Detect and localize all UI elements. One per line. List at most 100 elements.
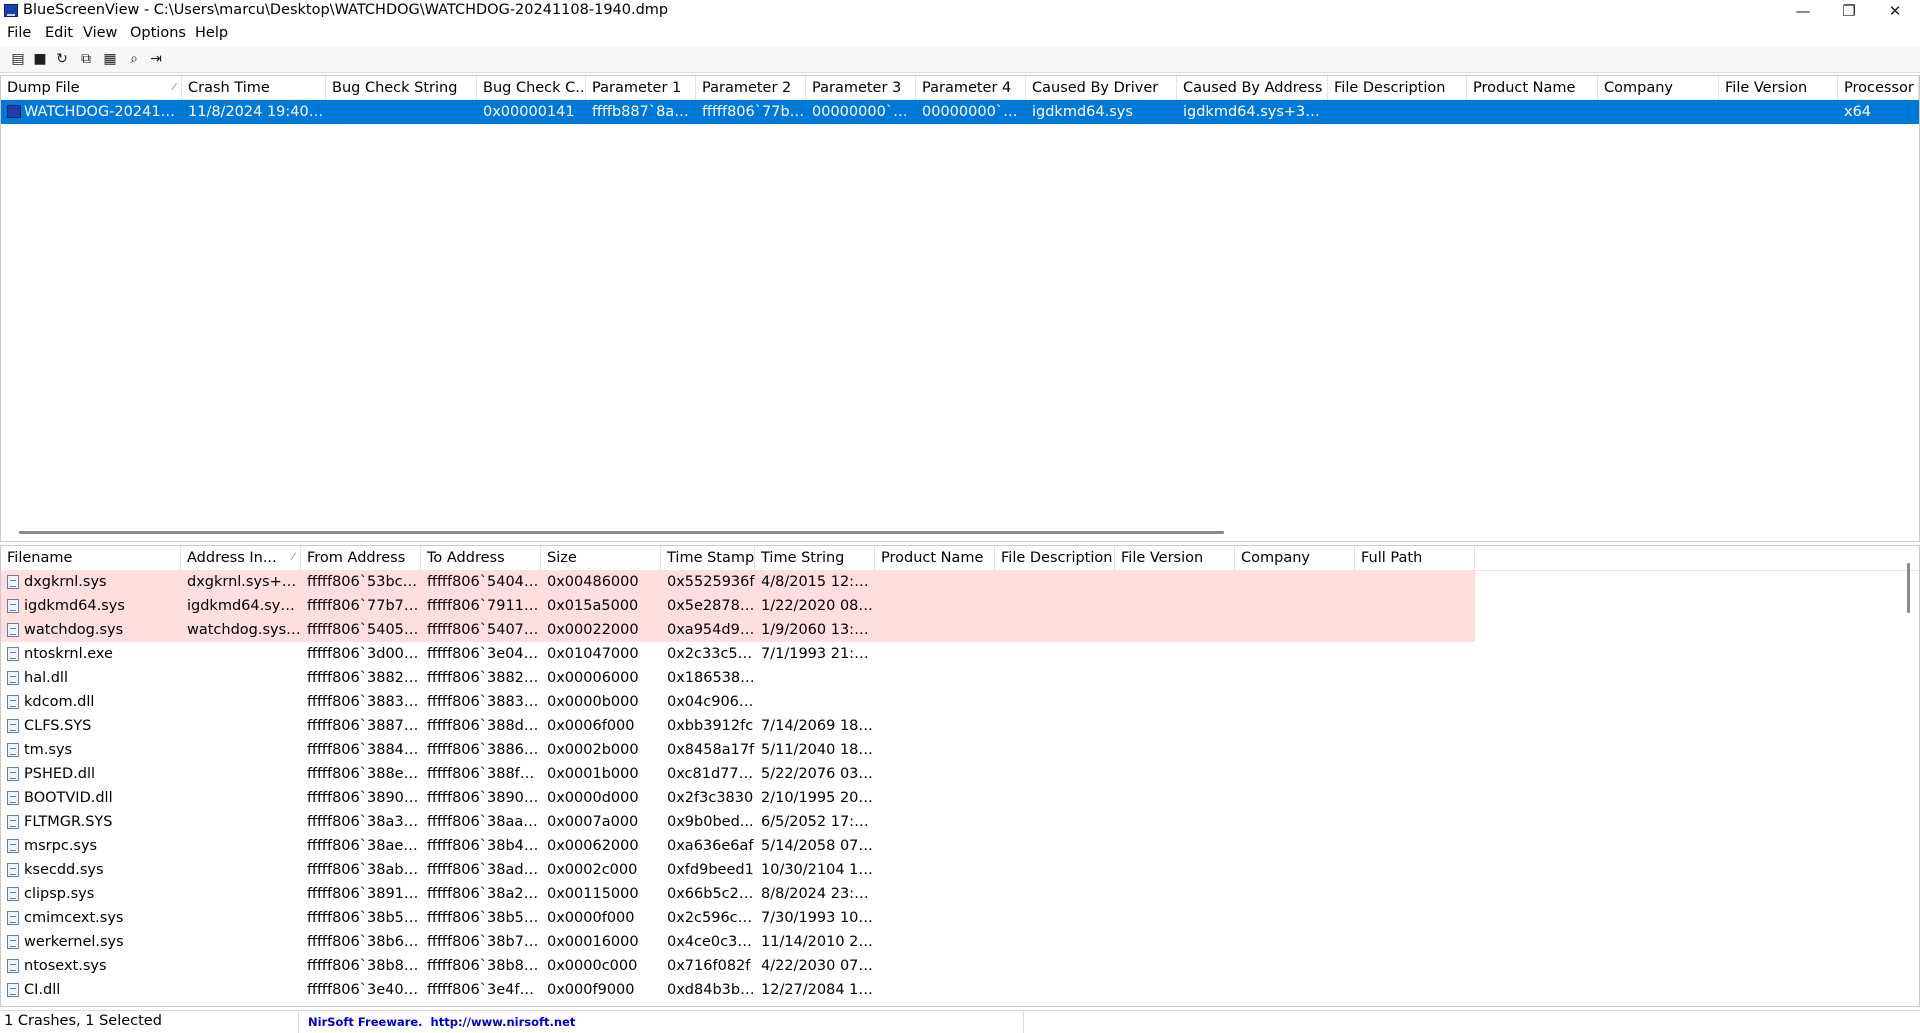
column-header[interactable]: Parameter 4 [916, 76, 1026, 100]
column-header[interactable]: Filename [1, 546, 181, 570]
column-header[interactable]: To Address [421, 546, 541, 570]
table-cell: fffff806`38b80... [307, 958, 421, 974]
column-header[interactable]: Caused By Driver [1026, 76, 1177, 100]
driver-row[interactable]: kdcom.dll fffff806`38830... fffff806`3883b… [1, 690, 1475, 714]
column-header[interactable]: Dump File ⁄ [1, 76, 182, 100]
column-header[interactable]: Processor [1838, 76, 1919, 100]
table-cell: fffff806`3886b... [427, 742, 541, 758]
html-report-icon[interactable]: ▦ [101, 50, 119, 68]
table-cell [181, 762, 301, 786]
exit-icon[interactable]: ⇥ [147, 50, 165, 68]
driver-list-pane[interactable]: Filename Address In... ⁄ From Address To Add… [0, 545, 1920, 1007]
driver-row[interactable]: msrpc.sys fffff806`38ae0... fffff806`38b42… [1, 834, 1475, 858]
driver-row[interactable]: CLFS.SYS fffff806`38870... fffff806`388df0… [1, 714, 1475, 738]
column-header[interactable]: Bug Check String [326, 76, 477, 100]
driver-row[interactable]: ntosext.sys fffff806`38b80... fffff806`38b… [1, 954, 1475, 978]
table-cell: ntoskrnl.exe [24, 646, 113, 662]
driver-row[interactable]: clipsp.sys fffff806`38910... fffff806`38a2… [1, 882, 1475, 906]
menu-help[interactable]: Help [195, 25, 228, 41]
menu-file[interactable]: File [7, 25, 31, 41]
menu-view[interactable]: View [83, 25, 117, 41]
column-header[interactable]: Product Name [1467, 76, 1598, 100]
column-header[interactable]: Size [541, 546, 661, 570]
table-cell: 1/9/2060 13:42... [761, 622, 875, 638]
column-header[interactable]: Address In... ⁄ [181, 546, 301, 570]
copy-icon[interactable]: ⧉ [77, 50, 95, 68]
column-header[interactable]: Time String [755, 546, 875, 570]
table-cell: 0x4ce0c321 [667, 934, 755, 950]
column-header[interactable]: Bug Check C... [477, 76, 586, 100]
menu-options[interactable]: Options [130, 25, 186, 41]
column-header[interactable]: Time Stamp [661, 546, 755, 570]
save-icon[interactable]: ■ [31, 50, 49, 68]
table-cell: 7/30/1993 10:4... [761, 910, 875, 926]
table-cell: 11/14/2010 21:... [761, 934, 875, 950]
find-icon[interactable]: ⌕ [125, 50, 143, 68]
table-cell: 0x00006000 [547, 670, 639, 686]
column-header[interactable]: Company [1235, 546, 1355, 570]
status-separator [1023, 1011, 1024, 1033]
column-header[interactable]: File Version [1719, 76, 1838, 100]
horizontal-scrollbar[interactable] [19, 531, 1224, 534]
column-header[interactable]: Caused By Address [1177, 76, 1328, 100]
table-cell: 5/11/2040 18:0... [761, 742, 875, 758]
column-header[interactable]: Product Name [875, 546, 995, 570]
table-cell: fffff806`38b60... [307, 934, 421, 950]
table-cell: 6/5/2052 17:30... [761, 814, 875, 830]
column-header[interactable]: File Version [1115, 546, 1235, 570]
table-cell: fffff806`3e400... [307, 982, 421, 998]
close-button[interactable]: ✕ [1872, 0, 1918, 23]
table-cell: watchdog.sys [24, 622, 124, 638]
table-cell: watchdog.sys+... [187, 622, 301, 638]
table-cell [181, 810, 301, 834]
table-cell: fffff806`3890d... [427, 790, 541, 806]
table-cell: fffff806`3883b... [427, 694, 541, 710]
table-cell: 0x00486000 [547, 574, 639, 590]
table-cell [1328, 100, 1467, 124]
column-header[interactable]: File Description [1328, 76, 1467, 100]
driver-row[interactable]: dxgkrnl.sys dxgkrnl.sys+30... fffff806`53b… [1, 570, 1475, 594]
driver-row[interactable]: hal.dll fffff806`38820... fffff806`38826..… [1, 666, 1475, 690]
vertical-scrollbar[interactable] [1907, 563, 1910, 613]
properties-icon[interactable]: ▤ [9, 50, 27, 68]
driver-row[interactable]: ntoskrnl.exe fffff806`3d000... fffff806`3e… [1, 642, 1475, 666]
title-bar: BlueScreenView - C:\Users\marcu\Desktop\… [0, 0, 1920, 23]
table-cell: fffff806`388e0... [307, 766, 421, 782]
table-cell [181, 954, 301, 978]
table-cell: 0x0001b000 [547, 766, 639, 782]
column-header[interactable]: From Address [301, 546, 421, 570]
refresh-icon[interactable]: ↻ [53, 50, 71, 68]
column-header[interactable]: Crash Time [182, 76, 326, 100]
driver-row[interactable]: werkernel.sys fffff806`38b60... fffff806`3… [1, 930, 1475, 954]
driver-row[interactable]: tm.sys fffff806`38840... fffff806`3886b...… [1, 738, 1475, 762]
driver-row[interactable]: PSHED.dll fffff806`388e0... fffff806`388fb… [1, 762, 1475, 786]
column-header[interactable]: File Description [995, 546, 1115, 570]
column-header[interactable]: Parameter 1 [586, 76, 696, 100]
table-cell: fffff806`38b8c... [427, 958, 541, 974]
nirsoft-link[interactable]: NirSoft Freeware. http://www.nirsoft.net [308, 1015, 575, 1029]
column-header[interactable]: Full Path [1355, 546, 1475, 570]
sort-indicator-icon: ⁄ [292, 552, 294, 563]
driver-row[interactable]: cmimcext.sys fffff806`38b50... fffff806`38… [1, 906, 1475, 930]
table-cell [181, 906, 301, 930]
column-header[interactable]: Parameter 2 [696, 76, 806, 100]
table-cell: PSHED.dll [24, 766, 96, 782]
table-cell: 0x0000c000 [547, 958, 638, 974]
crash-row[interactable]: WATCHDOG-2024110... 11/8/2024 19:40:54 0x0… [1, 100, 1919, 124]
column-header[interactable]: Parameter 3 [806, 76, 916, 100]
crash-list-pane[interactable]: Dump File ⁄ Crash Time Bug Check String Bug … [0, 75, 1920, 542]
column-header[interactable]: Company [1598, 76, 1719, 100]
driver-row[interactable]: watchdog.sys watchdog.sys+... fffff806`540… [1, 618, 1475, 642]
table-cell: 0x0000f000 [547, 910, 635, 926]
maximize-button[interactable]: ❐ [1826, 0, 1872, 23]
table-cell: igdkmd64.sys+... [187, 598, 301, 614]
driver-row[interactable]: BOOTVID.dll fffff806`38900... fffff806`389… [1, 786, 1475, 810]
table-cell: 0x00062000 [547, 838, 639, 854]
driver-row[interactable]: CI.dll fffff806`3e400... fffff806`3e4f90..… [1, 978, 1475, 1002]
minimize-button[interactable]: — [1780, 0, 1826, 23]
driver-row[interactable]: FLTMGR.SYS fffff806`38a30... fffff806`38aa… [1, 810, 1475, 834]
menu-edit[interactable]: Edit [45, 25, 73, 41]
table-cell [181, 714, 301, 738]
driver-row[interactable]: igdkmd64.sys igdkmd64.sys+... fffff806`77b… [1, 594, 1475, 618]
driver-row[interactable]: ksecdd.sys fffff806`38ab0... fffff806`38ad… [1, 858, 1475, 882]
